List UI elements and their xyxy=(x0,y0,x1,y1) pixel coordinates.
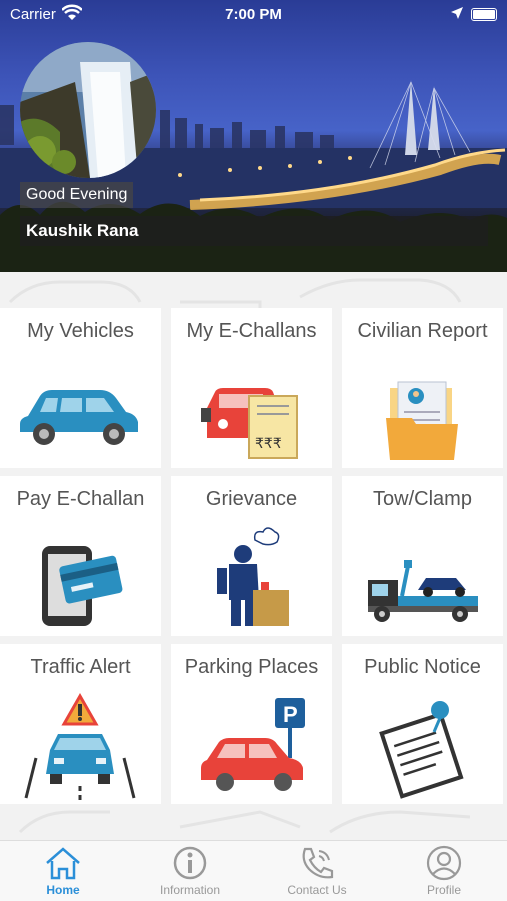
tab-contact-us[interactable]: Contact Us xyxy=(254,841,380,901)
waterfall-avatar-image xyxy=(20,42,156,178)
rupee-text: ₹₹₹ xyxy=(255,436,282,452)
tile-label: Parking Places xyxy=(184,656,319,678)
tile-pay-e-challan[interactable]: Pay E-Challan xyxy=(0,476,161,636)
traffic-alert-icon xyxy=(24,692,136,800)
challan-icon: ₹₹₹ xyxy=(201,388,298,459)
tab-bar: Home Information Contact Us Profile xyxy=(0,840,507,901)
parking-icon: P xyxy=(201,698,305,791)
status-bar: Carrier 7:00 PM xyxy=(0,0,507,30)
tile-traffic-alert[interactable]: Traffic Alert xyxy=(0,644,161,804)
tile-tow-clamp[interactable]: Tow/Clamp xyxy=(342,476,503,636)
profile-icon xyxy=(426,845,462,881)
home-icon xyxy=(46,847,80,880)
tab-label: Home xyxy=(46,883,80,897)
tile-parking-places[interactable]: Parking Places P xyxy=(171,644,332,804)
tile-label: My Vehicles xyxy=(27,320,134,342)
tab-home[interactable]: Home xyxy=(0,841,126,901)
location-arrow-icon xyxy=(451,7,463,19)
grievance-person-icon xyxy=(217,527,289,626)
tile-civilian-report[interactable]: Civilian Report xyxy=(342,308,503,468)
tile-public-notice[interactable]: Public Notice xyxy=(342,644,503,804)
battery-icon xyxy=(471,8,497,21)
tow-truck-icon xyxy=(368,560,478,622)
user-name: Kaushik Rana xyxy=(20,216,488,246)
car-icon xyxy=(20,390,138,445)
tab-profile[interactable]: Profile xyxy=(381,841,507,901)
avatar[interactable] xyxy=(20,42,156,178)
header-banner: Good Evening Kaushik Rana xyxy=(0,0,507,272)
tile-label: Civilian Report xyxy=(357,320,488,342)
menu-grid: My Vehicles My E-Challans ₹₹₹ Civilian R… xyxy=(0,272,507,840)
tile-label: Grievance xyxy=(205,488,298,510)
tile-label: My E-Challans xyxy=(186,320,317,342)
tile-grievance[interactable]: Grievance xyxy=(171,476,332,636)
tab-label: Profile xyxy=(426,883,461,897)
greeting-label: Good Evening xyxy=(20,182,134,208)
report-folder-icon xyxy=(386,381,458,460)
tab-label: Contact Us xyxy=(287,883,347,897)
clock: 7:00 PM xyxy=(225,6,282,23)
tile-my-e-challans[interactable]: My E-Challans ₹₹₹ xyxy=(171,308,332,468)
phone-card-icon xyxy=(42,546,123,626)
phone-icon xyxy=(302,847,334,879)
tile-my-vehicles[interactable]: My Vehicles xyxy=(0,308,161,468)
tab-information[interactable]: Information xyxy=(127,841,253,901)
tab-label: Information xyxy=(159,883,221,897)
tile-label: Pay E-Challan xyxy=(16,488,145,510)
tile-label: Traffic Alert xyxy=(30,656,131,678)
tile-label: Tow/Clamp xyxy=(373,488,472,510)
notice-icon xyxy=(379,701,464,799)
info-icon xyxy=(173,846,207,880)
parking-sign-text: P xyxy=(283,702,298,727)
tile-label: Public Notice xyxy=(364,656,481,678)
